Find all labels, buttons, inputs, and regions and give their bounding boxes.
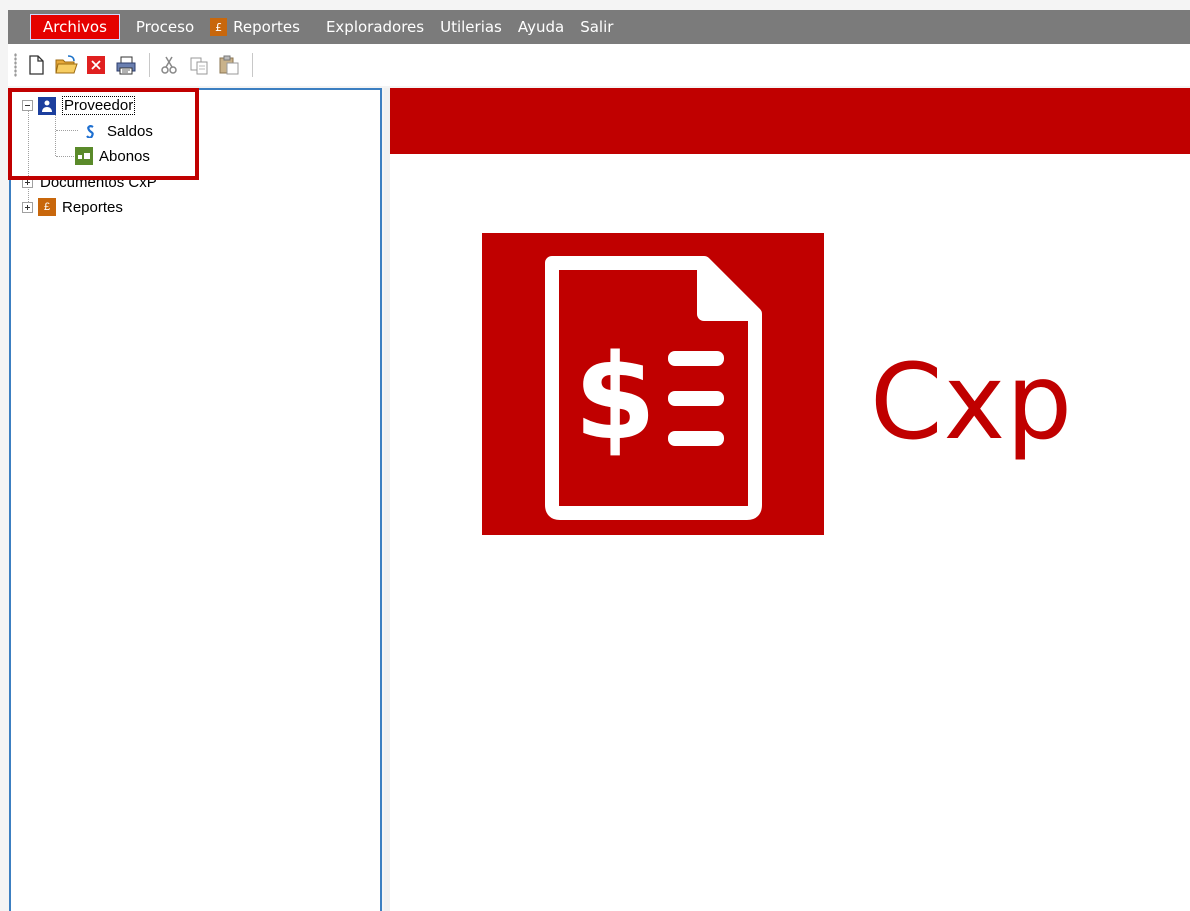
menu-exploradores-label: Exploradores [325, 18, 425, 36]
cut-icon [161, 56, 177, 74]
app-logo-text: Cxp [870, 341, 1074, 463]
menu-salir[interactable]: Salir [572, 14, 621, 40]
menu-reportes[interactable]: £ Reportes [202, 14, 308, 40]
toolbar-grip[interactable] [14, 53, 17, 77]
print-icon [116, 56, 136, 75]
expand-toggle[interactable] [22, 201, 33, 213]
menu-ayuda[interactable]: Ayuda [510, 14, 572, 40]
menu-exploradores[interactable]: Exploradores [318, 14, 432, 40]
toolbar-end-separator [252, 53, 253, 77]
paste-icon [219, 55, 239, 75]
menu-utilerias-label: Utilerias [440, 18, 502, 36]
delete-icon [87, 56, 105, 74]
new-document-button[interactable] [23, 52, 49, 78]
menu-utilerias[interactable]: Utilerias [432, 14, 510, 40]
svg-text:$: $ [574, 328, 656, 466]
cut-button[interactable] [156, 52, 182, 78]
annotation-highlight-box [8, 88, 199, 180]
reports-icon: £ [38, 198, 56, 216]
menu-proceso[interactable]: Proceso [128, 14, 202, 40]
reports-icon: £ [210, 18, 228, 36]
toolbar [8, 44, 1190, 86]
open-folder-icon [55, 55, 78, 74]
menu-archivos-label: Archivos [43, 18, 107, 36]
delete-button[interactable] [83, 52, 109, 78]
menu-ayuda-label: Ayuda [517, 18, 565, 36]
menu-archivos[interactable]: Archivos [30, 14, 120, 40]
paste-button[interactable] [216, 52, 242, 78]
main-content-area: $ Cxp [390, 88, 1190, 911]
tree-node-reportes[interactable]: £ Reportes [22, 198, 123, 216]
menu-bar: Archivos Proceso £ Reportes Exploradores… [8, 10, 1190, 44]
menu-reportes-label: Reportes [233, 18, 300, 36]
copy-button[interactable] [186, 52, 212, 78]
tree-node-label: Reportes [62, 198, 123, 216]
window-top-margin [0, 0, 1190, 10]
app-logo: $ [482, 233, 824, 535]
toolbar-separator [149, 53, 150, 77]
copy-icon [190, 57, 208, 75]
menu-salir-label: Salir [580, 18, 614, 36]
new-document-icon [29, 55, 44, 75]
print-button[interactable] [113, 52, 139, 78]
menu-proceso-label: Proceso [135, 18, 195, 36]
header-banner [390, 88, 1190, 154]
open-button[interactable] [53, 52, 79, 78]
navigation-tree[interactable]: Proveedor Saldos Abonos Documentos CxP £… [9, 88, 382, 911]
invoice-dollar-icon: $ [545, 256, 762, 520]
